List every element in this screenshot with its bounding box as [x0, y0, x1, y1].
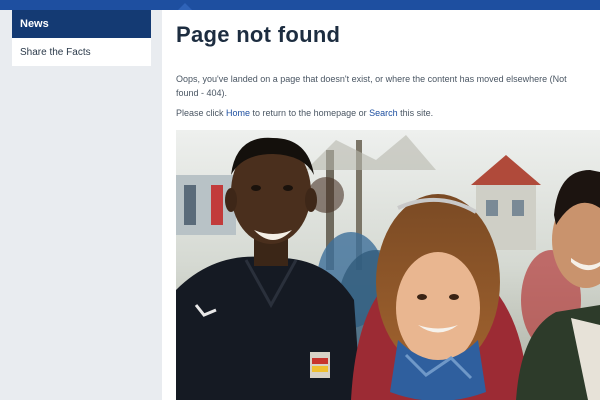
nav-pointer-icon	[178, 3, 192, 10]
hero-photo	[176, 130, 600, 400]
error-message: Oops, you've landed on a page that doesn…	[176, 74, 567, 98]
help-instruction: Please click Home to return to the homep…	[176, 108, 433, 118]
sidebar-item-share-the-facts[interactable]: Share the Facts	[12, 38, 151, 66]
instruction-prefix: Please click	[176, 108, 227, 118]
top-nav-bar	[0, 0, 600, 10]
home-link[interactable]: Home	[226, 108, 250, 118]
page-title: Page not found	[176, 22, 341, 47]
search-link[interactable]: Search	[369, 108, 398, 118]
sidebar-item-news[interactable]: News	[12, 10, 151, 38]
main-content: Page not found Oops, you've landed on a …	[162, 10, 600, 400]
sidebar-nav: News Share the Facts	[12, 10, 151, 66]
instruction-middle: to return to the homepage or	[250, 108, 370, 118]
hero-photo-illustration	[176, 130, 600, 400]
instruction-suffix: this site.	[397, 108, 434, 118]
